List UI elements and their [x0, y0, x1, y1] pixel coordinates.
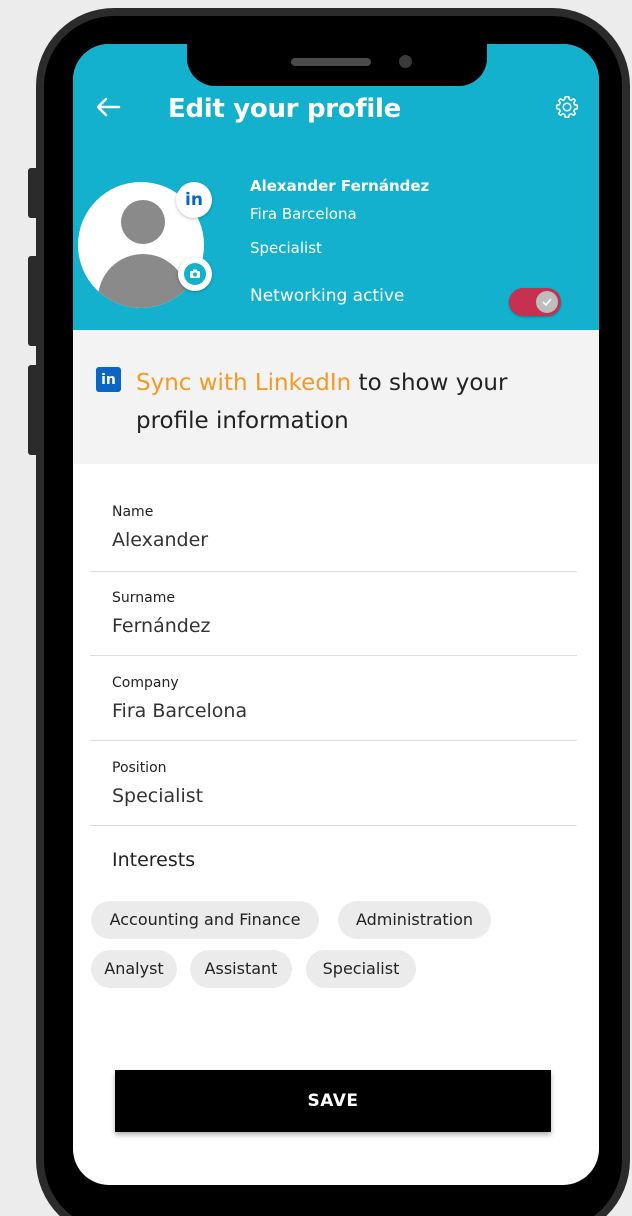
interests-title: Interests: [112, 849, 196, 871]
profile-header: Edit your profile in Alexander Fernández…: [73, 44, 599, 330]
surname-field-value[interactable]: Fernández: [112, 615, 211, 637]
page-title: Edit your profile: [168, 94, 401, 124]
camera-icon: [184, 263, 206, 285]
networking-toggle[interactable]: [509, 288, 561, 316]
change-photo-button[interactable]: [178, 257, 212, 291]
name-field-value[interactable]: Alexander: [112, 529, 208, 551]
linkedin-sync-banner: in Sync with LinkedIn to show your profi…: [73, 330, 599, 464]
position-field-label: Position: [112, 760, 167, 776]
networking-label: Networking active: [250, 286, 405, 306]
position-field-value[interactable]: Specialist: [112, 785, 203, 807]
check-icon: [542, 298, 552, 306]
position-field[interactable]: Position Specialist: [90, 740, 577, 826]
phone-notch: [187, 44, 487, 86]
interest-chip[interactable]: Accounting and Finance: [91, 901, 319, 939]
interest-chip[interactable]: Specialist: [306, 950, 416, 988]
interest-chip[interactable]: Analyst: [91, 950, 177, 988]
sync-linkedin-link[interactable]: Sync with LinkedIn: [136, 370, 351, 396]
save-button[interactable]: SAVE: [115, 1070, 551, 1132]
company-field-label: Company: [112, 675, 179, 691]
profile-position: Specialist: [250, 239, 322, 257]
avatar-body-shape: [98, 254, 188, 308]
surname-field[interactable]: Surname Fernández: [90, 571, 577, 656]
name-field-label: Name: [112, 504, 154, 520]
profile-name: Alexander Fernández: [250, 177, 430, 195]
gear-icon[interactable]: [554, 94, 580, 120]
interest-chip[interactable]: Administration: [338, 901, 491, 939]
linkedin-icon: in: [96, 367, 121, 392]
linkedin-icon: in: [185, 190, 203, 210]
company-field[interactable]: Company Fira Barcelona: [90, 655, 577, 741]
phone-screen: Edit your profile in Alexander Fernández…: [73, 44, 599, 1185]
profile-company: Fira Barcelona: [250, 205, 357, 223]
sync-message: Sync with LinkedIn to show your profile …: [136, 364, 566, 440]
toggle-knob: [536, 291, 558, 313]
back-arrow-icon[interactable]: [93, 92, 123, 122]
front-camera: [399, 55, 412, 68]
avatar-head-shape: [121, 200, 165, 244]
company-field-value[interactable]: Fira Barcelona: [112, 700, 247, 722]
name-field[interactable]: Name Alexander: [90, 499, 577, 572]
surname-field-label: Surname: [112, 590, 175, 606]
interest-chip[interactable]: Assistant: [190, 950, 292, 988]
page-canvas: Edit your profile in Alexander Fernández…: [0, 0, 632, 1216]
phone-speaker: [291, 58, 371, 66]
linkedin-badge[interactable]: in: [176, 182, 212, 218]
